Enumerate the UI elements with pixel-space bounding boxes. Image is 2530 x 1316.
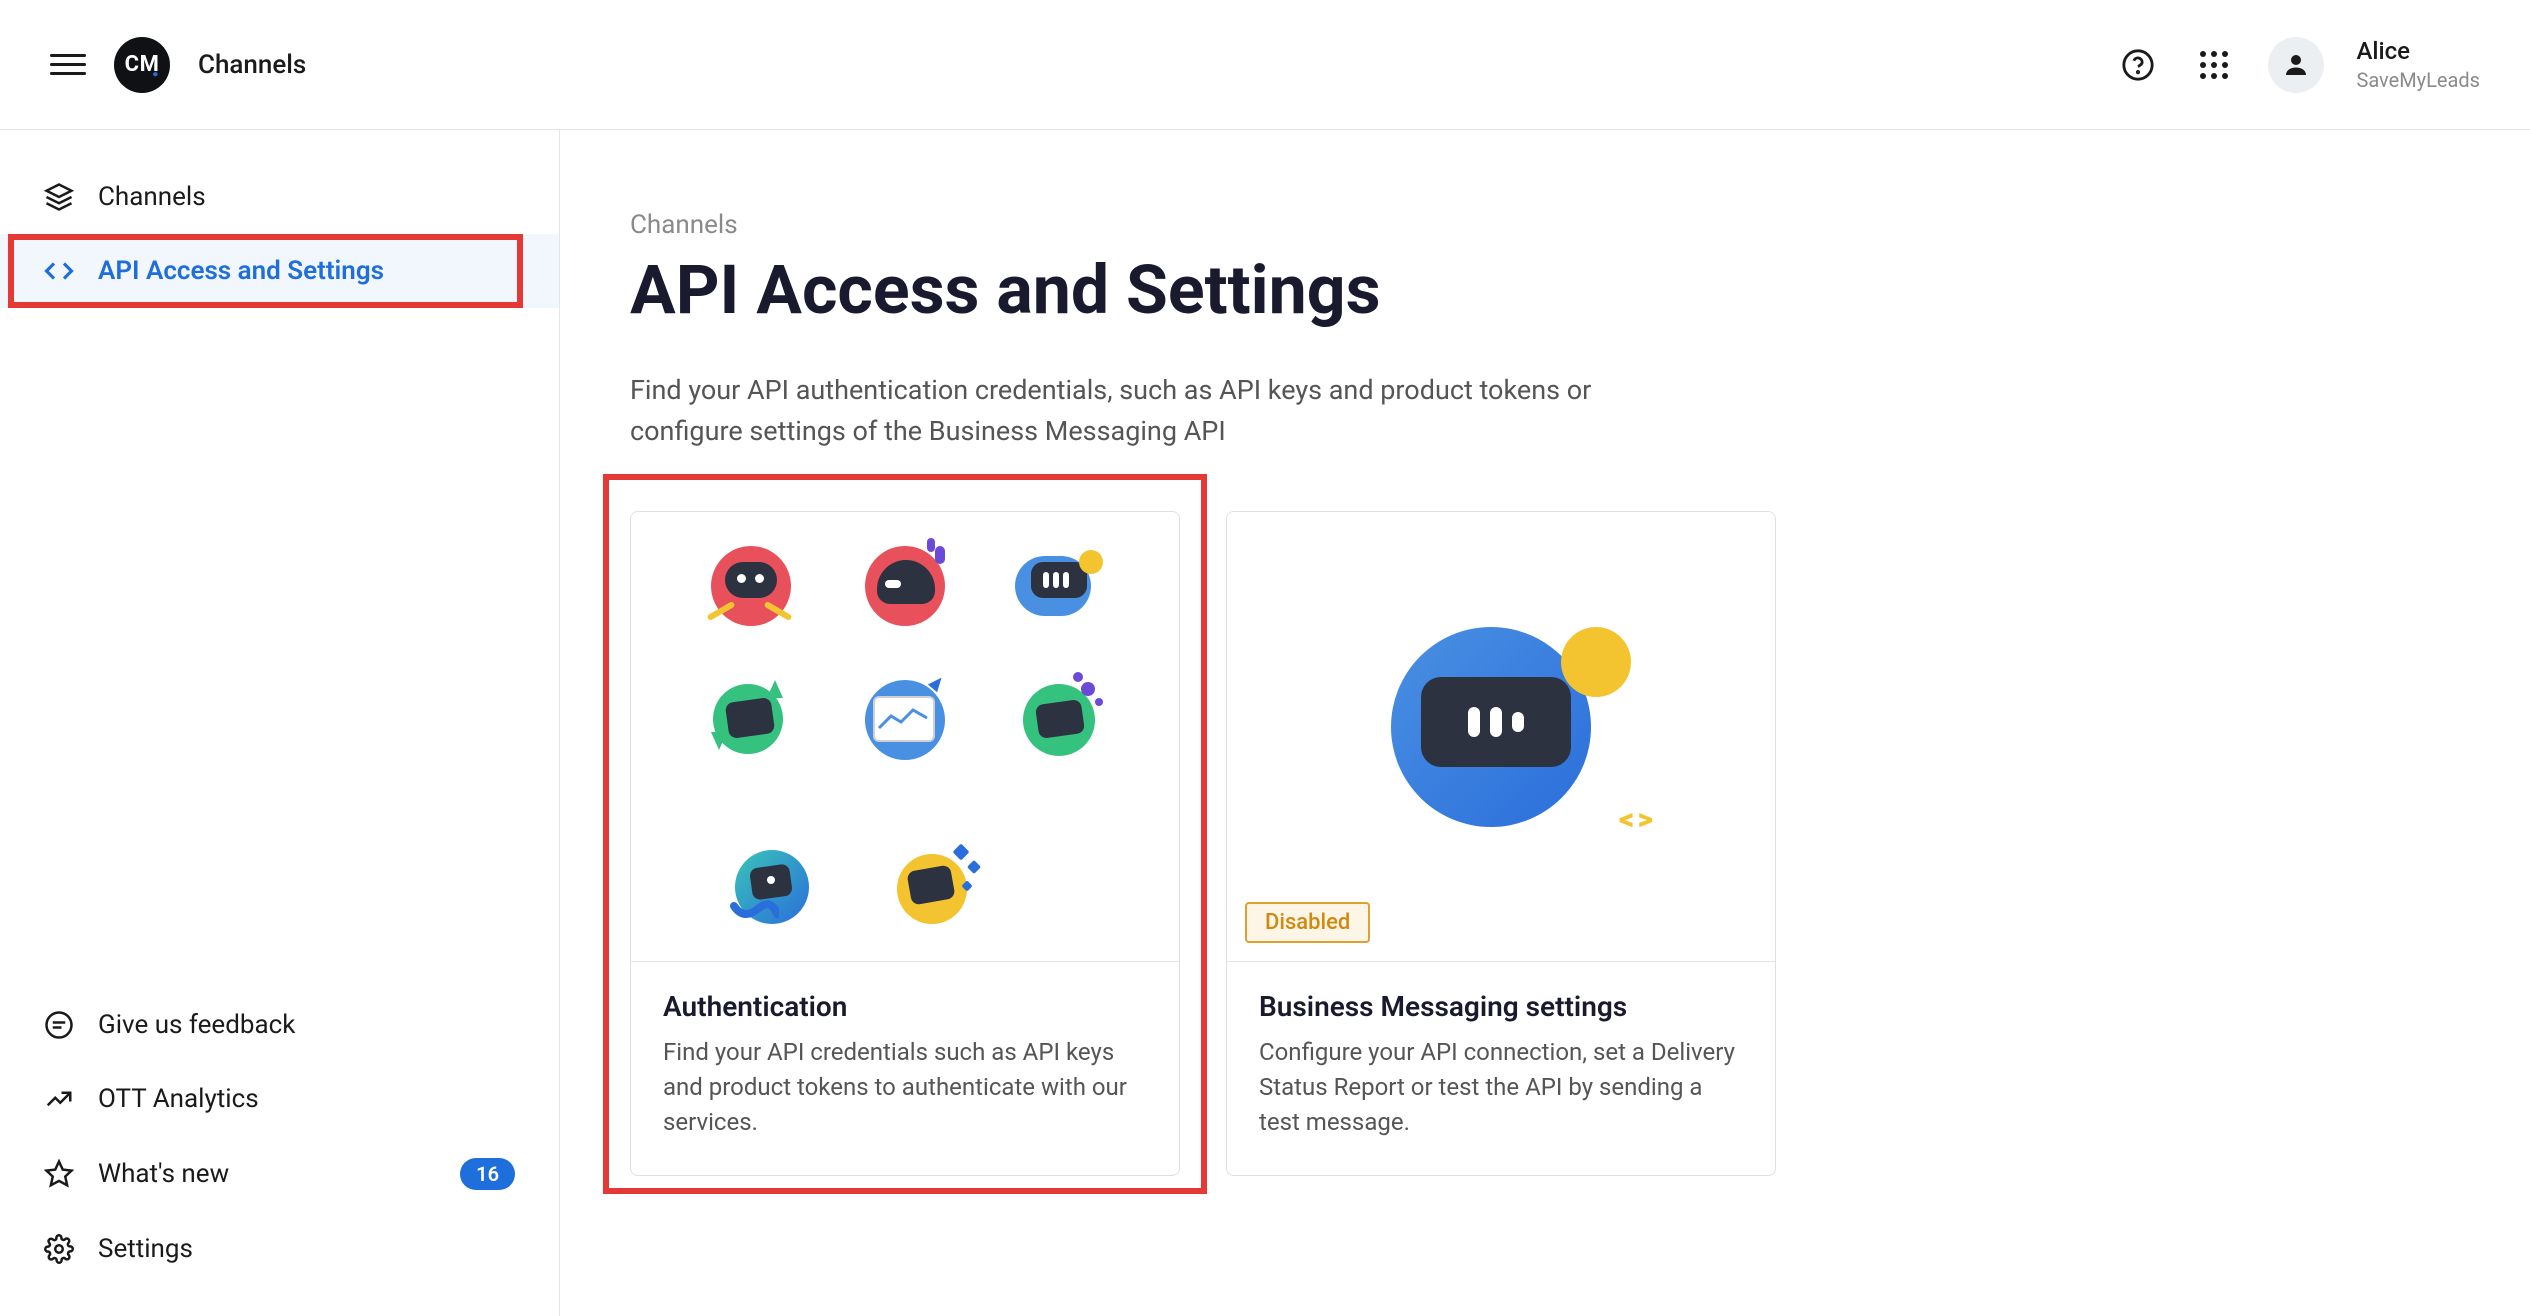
sidebar: Channels API Access and Settings Give us… xyxy=(0,130,560,1316)
help-icon[interactable] xyxy=(2116,43,2160,87)
user-info[interactable]: Alice SaveMyLeads xyxy=(2356,36,2480,93)
sidebar-label: What's new xyxy=(98,1159,229,1189)
sidebar-item-api-settings[interactable]: API Access and Settings xyxy=(0,234,559,308)
product-icon xyxy=(855,670,955,770)
product-icon xyxy=(701,536,801,636)
card-illustration xyxy=(631,512,1179,962)
sidebar-item-analytics[interactable]: OTT Analytics xyxy=(0,1062,559,1136)
analytics-icon xyxy=(44,1084,74,1114)
card-body: Business Messaging settings Configure yo… xyxy=(1227,962,1775,1175)
product-icon xyxy=(1009,536,1109,636)
sidebar-label: API Access and Settings xyxy=(98,256,384,286)
sidebar-label: Give us feedback xyxy=(98,1010,295,1040)
product-icon xyxy=(1009,670,1109,770)
sidebar-item-whats-new[interactable]: What's new 16 xyxy=(0,1136,559,1212)
layers-icon xyxy=(44,182,74,212)
card-title: Business Messaging settings xyxy=(1259,990,1743,1023)
page-description: Find your API authentication credentials… xyxy=(630,370,1620,451)
main: Channels API Access and Settings Find yo… xyxy=(560,130,2530,1316)
badge-count: 16 xyxy=(460,1158,515,1190)
code-icon xyxy=(44,256,74,286)
card-illustration: < > Disabled xyxy=(1227,512,1775,962)
product-icons-grid xyxy=(701,536,1109,938)
apps-icon[interactable] xyxy=(2192,43,2236,87)
product-icon xyxy=(723,838,823,938)
sidebar-label: Channels xyxy=(98,182,206,212)
gear-icon xyxy=(44,1234,74,1264)
breadcrumb[interactable]: Channels xyxy=(630,210,2460,240)
product-icon xyxy=(883,838,983,938)
header: CM Channels Alice SaveMyLeads xyxy=(0,0,2530,130)
layout: Channels API Access and Settings Give us… xyxy=(0,130,2530,1316)
sidebar-item-feedback[interactable]: Give us feedback xyxy=(0,988,559,1062)
avatar[interactable] xyxy=(2268,37,2324,93)
status-badge: Disabled xyxy=(1245,902,1370,943)
card-description: Configure your API connection, set a Del… xyxy=(1259,1035,1743,1139)
star-icon xyxy=(44,1159,74,1189)
card-title: Authentication xyxy=(663,990,1147,1023)
card-authentication[interactable]: Authentication Find your API credentials… xyxy=(630,511,1180,1176)
sidebar-top: Channels API Access and Settings xyxy=(0,160,559,308)
menu-icon[interactable] xyxy=(50,47,86,83)
brand-logo[interactable]: CM xyxy=(114,37,170,93)
sidebar-item-channels[interactable]: Channels xyxy=(0,160,559,234)
feedback-icon xyxy=(44,1010,74,1040)
sidebar-label: Settings xyxy=(98,1234,193,1264)
sidebar-bottom: Give us feedback OTT Analytics What's ne… xyxy=(0,988,559,1286)
product-icon xyxy=(855,536,955,636)
user-org: SaveMyLeads xyxy=(2356,67,2480,93)
cards-container: Authentication Find your API credentials… xyxy=(630,511,2460,1176)
header-right: Alice SaveMyLeads xyxy=(2116,36,2480,93)
card-body: Authentication Find your API credentials… xyxy=(631,962,1179,1175)
card-description: Find your API credentials such as API ke… xyxy=(663,1035,1147,1139)
page-title: API Access and Settings xyxy=(630,250,2460,330)
app-name: Channels xyxy=(198,50,306,80)
card-business-messaging[interactable]: < > Disabled Business Messaging settings… xyxy=(1226,511,1776,1176)
sidebar-item-settings[interactable]: Settings xyxy=(0,1212,559,1286)
sidebar-label: OTT Analytics xyxy=(98,1084,259,1114)
product-icon xyxy=(701,670,801,770)
messaging-icon: < > xyxy=(1371,627,1631,847)
header-left: CM Channels xyxy=(50,37,306,93)
user-name: Alice xyxy=(2356,36,2480,67)
